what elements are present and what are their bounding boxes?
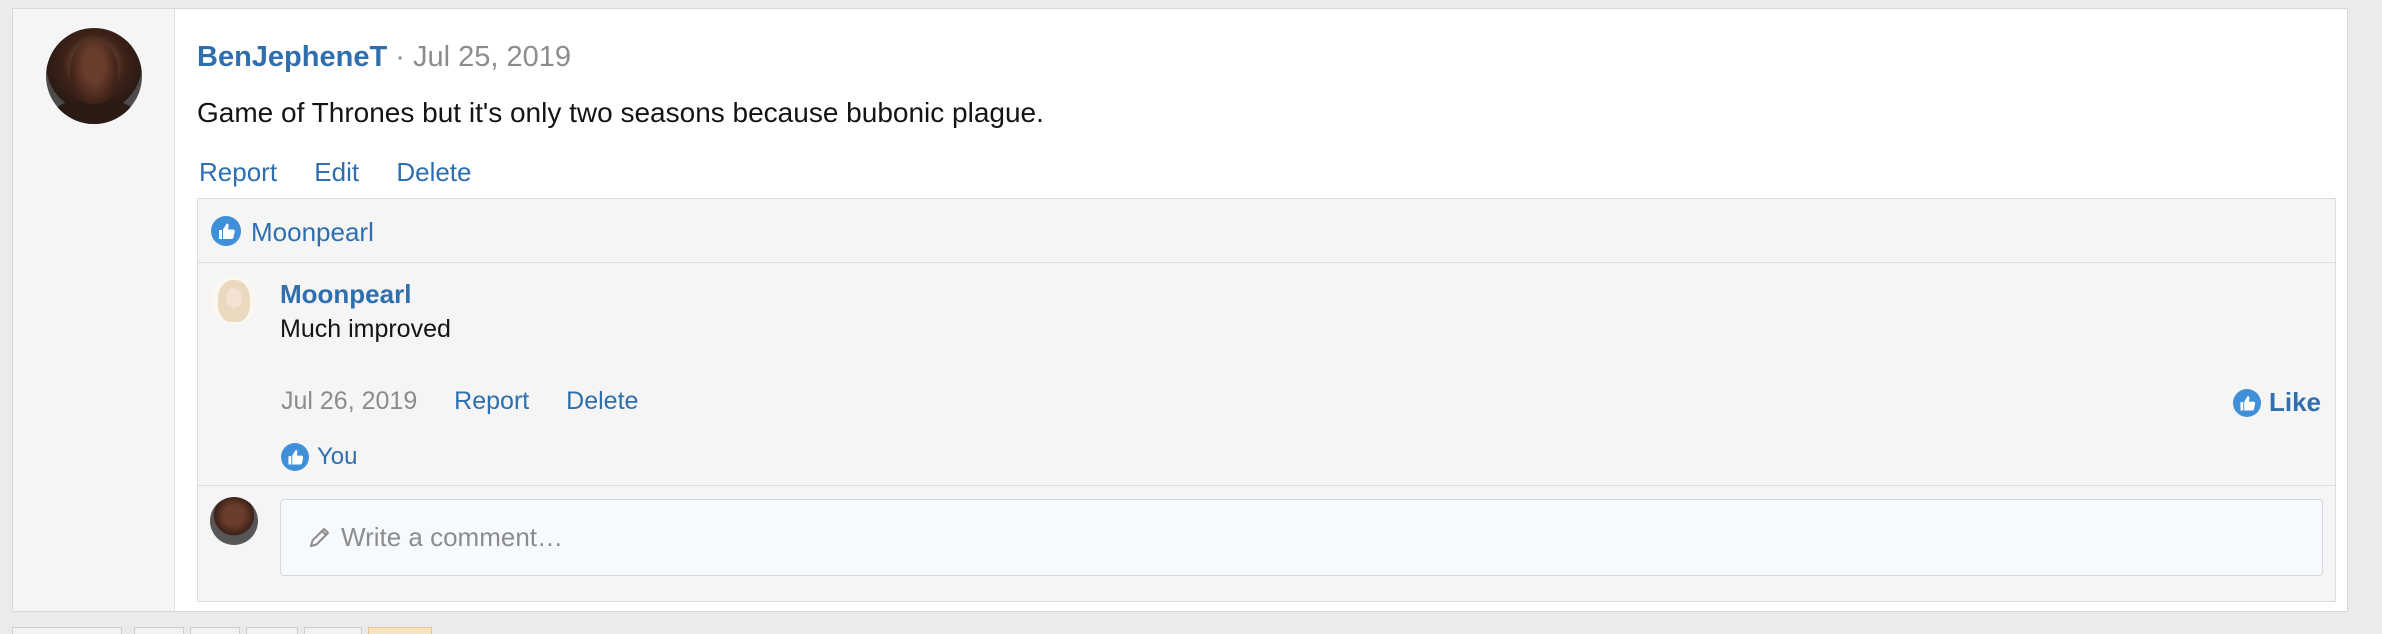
comment-report-link[interactable]: Report	[454, 387, 529, 415]
like-label: Like	[2268, 387, 2321, 417]
write-comment-row	[198, 486, 2335, 601]
delete-link[interactable]: Delete	[396, 157, 471, 187]
post-actions: Report Edit Delete	[199, 157, 501, 188]
thumbs-up-icon	[281, 443, 309, 471]
comment-like-button[interactable]: Like	[2232, 387, 2321, 418]
post-liker-link[interactable]: Moonpearl	[251, 217, 374, 248]
comment-delete-link[interactable]: Delete	[566, 387, 638, 415]
comment-likes: You	[281, 443, 358, 471]
post-likes-bar: Moonpearl	[198, 199, 2335, 263]
commenter-avatar[interactable]	[210, 276, 258, 324]
comment-author-link[interactable]: Moonpearl	[280, 279, 411, 310]
post-author-link[interactable]: BenJepheneT	[197, 41, 387, 73]
post-sidebar	[13, 9, 175, 611]
comment-text: Much improved	[280, 315, 451, 343]
pencil-icon	[305, 522, 335, 552]
report-link[interactable]: Report	[199, 157, 277, 187]
edit-link[interactable]: Edit	[314, 157, 359, 187]
post-date[interactable]: Jul 25, 2019	[413, 41, 571, 73]
header-separator: ·	[395, 41, 405, 73]
thumbs-up-icon	[211, 216, 241, 246]
comment-date[interactable]: Jul 26, 2019	[281, 387, 417, 415]
comment-likers-link[interactable]: You	[317, 443, 358, 470]
author-avatar[interactable]	[46, 28, 142, 124]
profile-post: BenJepheneT · Jul 25, 2019 Game of Thron…	[12, 8, 2348, 612]
post-body-text: Game of Thrones but it's only two season…	[197, 97, 1044, 128]
comment-meta: Jul 26, 2019 Report Delete	[281, 387, 668, 416]
comment-input-box[interactable]	[280, 499, 2323, 576]
comment-item: Moonpearl Much improved Jul 26, 2019 Rep…	[198, 263, 2335, 486]
current-user-avatar[interactable]	[210, 497, 258, 545]
thumbs-up-icon	[2232, 389, 2261, 417]
pagination-peek	[0, 624, 2382, 634]
post-header: BenJepheneT · Jul 25, 2019	[197, 41, 571, 74]
comment-input[interactable]	[341, 500, 2301, 575]
comments-section: Moonpearl Moonpearl Much improved Jul 26…	[197, 198, 2336, 602]
